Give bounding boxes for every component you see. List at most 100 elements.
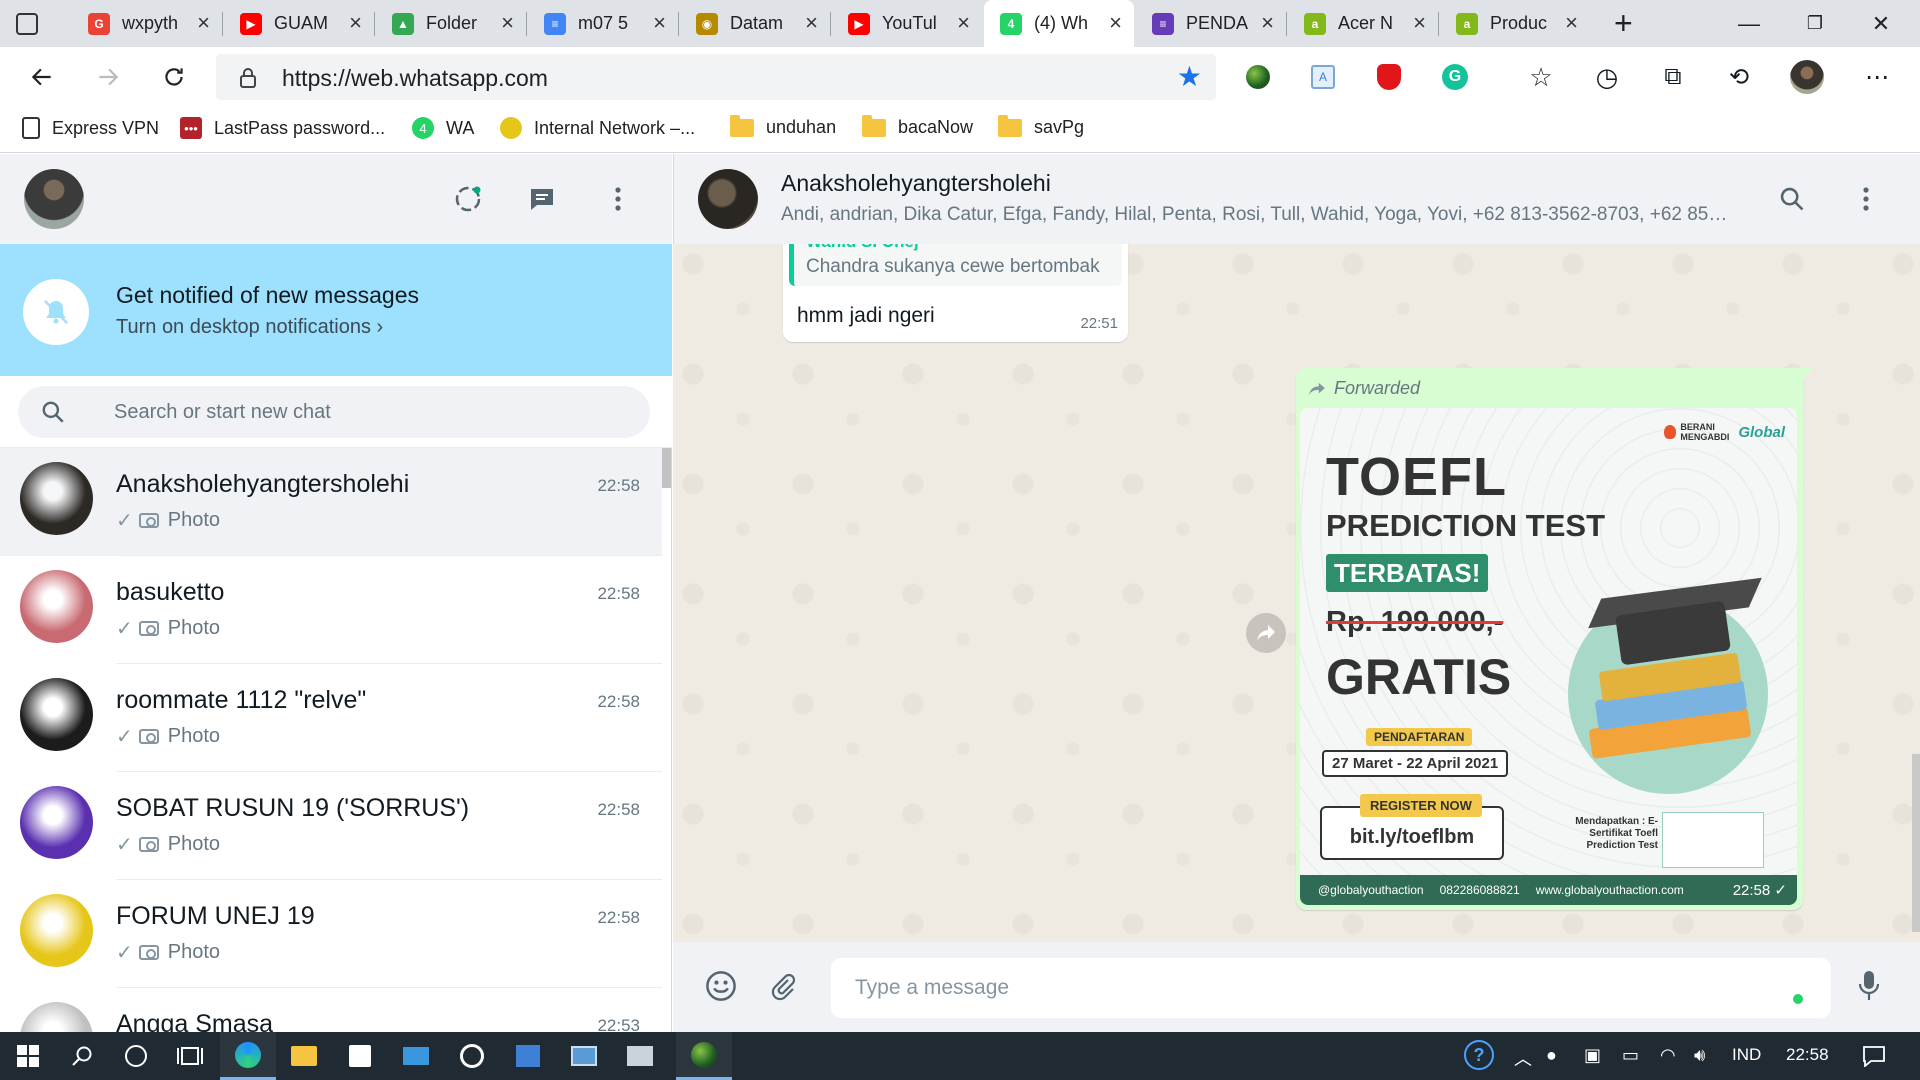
emoji-button[interactable] (701, 966, 741, 1006)
conversation-header[interactable]: Anaksholehyangtersholehi Andi, andrian, … (673, 154, 1920, 244)
app-taskbar-icon-2[interactable] (612, 1032, 668, 1080)
message-box[interactable] (831, 958, 1831, 1018)
tab-close-icon[interactable]: × (349, 12, 362, 34)
chat-avatar[interactable] (20, 786, 93, 859)
incoming-message[interactable]: Wahid SI Unej Chandra sukanya cewe berto… (783, 244, 1128, 342)
new-tab-button[interactable]: + (1604, 0, 1654, 47)
tray-device-icon[interactable]: ▣ (1584, 1045, 1601, 1066)
chat-list-item[interactable]: roommate 1112 "relve" 22:58 ✓ Photo (0, 664, 662, 772)
chat-list-item[interactable]: basuketto 22:58 ✓ Photo (0, 556, 662, 664)
tab-close-icon[interactable]: × (805, 12, 818, 34)
group-avatar[interactable] (698, 169, 758, 229)
browser-tab[interactable]: a Produc × (1440, 0, 1590, 47)
store-icon[interactable] (332, 1032, 388, 1080)
new-chat-icon[interactable] (522, 179, 562, 219)
translate-icon[interactable]: A (1306, 60, 1340, 94)
conversation-search-icon[interactable] (1772, 179, 1812, 219)
chat-avatar[interactable] (20, 462, 93, 535)
profile-avatar[interactable] (1790, 60, 1824, 94)
chat-avatar[interactable] (20, 678, 93, 751)
favorites-icon[interactable]: ☆ (1524, 60, 1558, 94)
chat-list-item[interactable]: Anaksholehyangtersholehi 22:58 ✓ Photo (0, 448, 662, 556)
conversation-scrollbar[interactable] (1912, 754, 1920, 932)
remote-app-icon[interactable] (556, 1032, 612, 1080)
minimize-button[interactable]: — (1716, 0, 1782, 47)
close-window-button[interactable]: ✕ (1848, 0, 1914, 47)
language-indicator[interactable]: IND (1732, 1045, 1761, 1065)
back-button[interactable] (22, 57, 62, 97)
my-avatar[interactable] (24, 169, 84, 229)
bookmark-item[interactable]: Express VPN (22, 117, 159, 139)
tab-close-icon[interactable]: × (1413, 12, 1426, 34)
tray-vpn-icon[interactable]: ● (1546, 1045, 1557, 1066)
extension-globe-icon[interactable] (1241, 60, 1275, 94)
browser-tab[interactable]: ▶ YouTul × (832, 0, 982, 47)
chat-list-item[interactable]: Angga Smasa 22:53 (0, 988, 662, 1032)
bookmark-item[interactable]: savPg (998, 114, 1084, 138)
tray-expand-icon[interactable]: ︿ (1514, 1045, 1532, 1071)
attach-button[interactable] (763, 966, 803, 1006)
more-menu-icon[interactable]: ⋯ (1860, 60, 1894, 94)
menu-icon[interactable] (598, 179, 638, 219)
notification-banner[interactable]: Get notified of new messages Turn on des… (0, 244, 672, 376)
battery-icon[interactable]: ▭ (1622, 1045, 1639, 1066)
browser-tab[interactable]: ≡ m07 5 × (528, 0, 678, 47)
message-area[interactable]: Wahid SI Unej Chandra sukanya cewe berto… (673, 244, 1920, 942)
tab-close-icon[interactable]: × (1109, 12, 1122, 34)
tab-close-icon[interactable]: × (501, 12, 514, 34)
wifi-icon[interactable]: ◠ (1660, 1045, 1676, 1066)
tab-close-icon[interactable]: × (1565, 12, 1578, 34)
message-input[interactable] (855, 958, 1755, 1018)
tab-close-icon[interactable]: × (197, 12, 210, 34)
browser-tab[interactable]: ≡ PENDA × (1136, 0, 1286, 47)
bookmark-item[interactable]: 4 WA (412, 117, 474, 139)
reload-button[interactable] (154, 57, 194, 97)
address-bar[interactable]: https://web.whatsapp.com ★ (216, 54, 1216, 100)
conversation-menu-icon[interactable] (1846, 179, 1886, 219)
search-input[interactable] (114, 386, 614, 438)
file-explorer-icon[interactable] (276, 1032, 332, 1080)
forward-message-button[interactable] (1246, 613, 1286, 653)
help-icon[interactable]: ? (1464, 1040, 1494, 1070)
browser-tab[interactable]: Gwxpyth × (72, 0, 222, 47)
bookmark-item[interactable]: bacaNow (862, 114, 973, 138)
quoted-message[interactable]: Wahid SI Unej Chandra sukanya cewe berto… (789, 244, 1122, 286)
tab-close-icon[interactable]: × (653, 12, 666, 34)
poster-image[interactable]: BERANI MENGABDI Global TOEFL PREDICTION … (1300, 408, 1797, 905)
browser-tab[interactable]: a Acer N × (1288, 0, 1438, 47)
chat-avatar[interactable] (20, 1002, 93, 1032)
search-box[interactable] (18, 386, 650, 438)
tab-close-icon[interactable]: × (957, 12, 970, 34)
vpn-taskbar-icon[interactable] (676, 1032, 732, 1080)
grammarly-icon[interactable]: G (1438, 60, 1472, 94)
task-view-icon[interactable] (162, 1032, 218, 1080)
status-icon[interactable] (448, 179, 488, 219)
notification-center-icon[interactable] (1862, 1045, 1886, 1072)
search-taskbar-icon[interactable] (54, 1032, 110, 1080)
favorite-star-icon[interactable]: ★ (1177, 60, 1202, 93)
forward-button[interactable] (88, 57, 128, 97)
voice-message-button[interactable] (1849, 966, 1889, 1006)
cortana-icon[interactable] (108, 1032, 164, 1080)
shield-extension-icon[interactable] (1372, 60, 1406, 94)
grammarly-dot[interactable] (1793, 994, 1803, 1004)
app-taskbar-icon[interactable] (444, 1032, 500, 1080)
collections-icon[interactable]: ⧉ (1656, 60, 1690, 94)
browser-tab[interactable]: ▲ Folder × (376, 0, 526, 47)
edge-taskbar-icon[interactable] (220, 1032, 276, 1080)
history-icon[interactable]: ◷ (1590, 60, 1624, 94)
group-name[interactable]: Anaksholehyangtersholehi (781, 170, 1051, 197)
tab-actions-menu[interactable] (0, 0, 60, 47)
start-button[interactable] (0, 1032, 56, 1080)
volume-icon[interactable]: 🔊︎ (1694, 1045, 1705, 1066)
chat-list-item[interactable]: SOBAT RUSUN 19 ('SORRUS') 22:58 ✓ Photo (0, 772, 662, 880)
chat-list-item[interactable]: FORUM UNEJ 19 22:58 ✓ Photo (0, 880, 662, 988)
search-icon[interactable] (40, 399, 66, 425)
outgoing-image-message[interactable]: Forwarded BERANI MENGABDI Global TOEFL P… (1296, 368, 1813, 910)
chat-avatar[interactable] (20, 570, 93, 643)
bookmark-item[interactable]: unduhan (730, 114, 836, 138)
chat-list-scrollbar[interactable] (662, 448, 671, 488)
performance-icon[interactable]: ⟲ (1722, 60, 1756, 94)
clock[interactable]: 22:58 (1786, 1045, 1829, 1065)
chat-avatar[interactable] (20, 894, 93, 967)
